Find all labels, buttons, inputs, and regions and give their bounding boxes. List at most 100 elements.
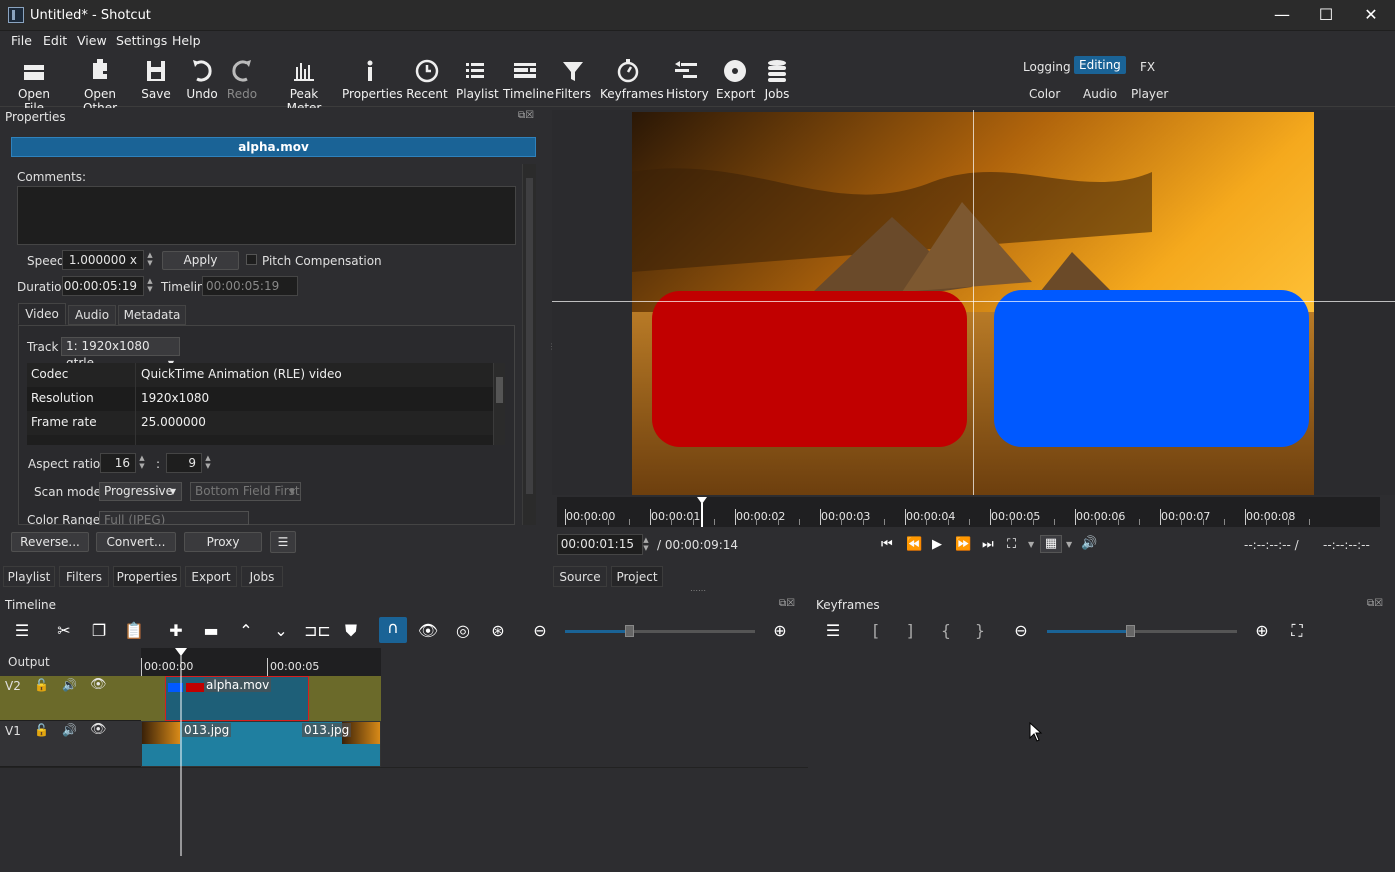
add-icon[interactable]: ✚ bbox=[164, 620, 188, 642]
open-other-button[interactable]: Open Other bbox=[68, 57, 132, 115]
track-head-v2[interactable]: V2 🔓 🔊 👁 bbox=[0, 676, 141, 721]
ripple-all-icon[interactable]: ⊛ bbox=[486, 620, 510, 642]
clip-name-field[interactable]: alpha.mov bbox=[11, 137, 536, 157]
close-button[interactable]: ✕ bbox=[1348, 0, 1394, 31]
player-playhead[interactable] bbox=[697, 497, 707, 527]
zoom-out-icon[interactable]: ⊖ bbox=[1009, 620, 1033, 642]
aspect-height-stepper[interactable]: ▲ ▼ bbox=[203, 454, 213, 470]
marker-icon[interactable]: ⛊ bbox=[339, 620, 363, 642]
brace-right-icon[interactable]: } bbox=[968, 620, 992, 642]
skip-previous-icon[interactable]: ⏮ bbox=[881, 537, 893, 552]
menu-help[interactable]: Help bbox=[172, 33, 201, 48]
zoom-out-icon[interactable]: ⊖ bbox=[528, 620, 552, 642]
info-table-scrollbar[interactable] bbox=[493, 363, 505, 445]
layout-audio[interactable]: Audio bbox=[1078, 85, 1122, 103]
bracket-right-icon[interactable]: ] bbox=[898, 620, 922, 642]
eye-icon[interactable]: 👁 bbox=[90, 722, 107, 737]
export-button[interactable]: Export bbox=[716, 57, 755, 101]
splitter-handle[interactable]: ⋯⋯ bbox=[690, 586, 706, 595]
scrollbar-thumb[interactable] bbox=[496, 377, 503, 403]
duration-stepper[interactable]: ▲ ▼ bbox=[145, 277, 155, 293]
aspect-width-input[interactable]: 16 bbox=[100, 453, 136, 473]
tab-filters[interactable]: Filters bbox=[59, 566, 109, 587]
track-head-v1[interactable]: V1 🔓 🔊 👁 bbox=[0, 721, 141, 767]
keyframes-button[interactable]: Keyframes bbox=[600, 57, 664, 101]
dock-float-close-icon[interactable]: ⧉☒ bbox=[1367, 598, 1383, 609]
zoom-fit-icon[interactable]: ⛶ bbox=[1285, 620, 1309, 642]
tab-audio[interactable]: Audio bbox=[68, 305, 116, 325]
mute-icon[interactable]: 🔊 bbox=[62, 723, 77, 737]
duration-input[interactable]: 00:00:05:19 bbox=[62, 276, 144, 296]
lock-icon[interactable]: 🔓 bbox=[34, 723, 49, 737]
snap-magnet-icon[interactable]: ∩ bbox=[379, 617, 407, 643]
reverse-button[interactable]: Reverse... bbox=[11, 532, 89, 552]
brace-left-icon[interactable]: { bbox=[934, 620, 958, 642]
aspect-height-input[interactable]: 9 bbox=[166, 453, 202, 473]
layout-fx[interactable]: FX bbox=[1135, 58, 1160, 76]
peak-meter-button[interactable]: Peak Meter bbox=[274, 57, 334, 115]
apply-button[interactable]: Apply bbox=[162, 251, 239, 270]
skip-next-icon[interactable]: ⏭ bbox=[982, 537, 994, 552]
scan-mode-select[interactable]: Progressive ▼ bbox=[99, 482, 182, 501]
splitter-handle[interactable]: ⋮ bbox=[548, 342, 556, 358]
tab-metadata[interactable]: Metadata bbox=[118, 305, 186, 325]
scrub-eye-icon[interactable]: 👁 bbox=[416, 620, 440, 642]
tab-playlist[interactable]: Playlist bbox=[3, 566, 55, 587]
hamburger-icon[interactable]: ☰ bbox=[10, 620, 34, 642]
eye-icon[interactable]: 👁 bbox=[90, 677, 107, 692]
zoom-fit-icon[interactable]: ⛶ bbox=[1007, 537, 1016, 552]
proxy-button[interactable]: Proxy bbox=[184, 532, 262, 552]
timeline-zoom-slider[interactable] bbox=[565, 625, 755, 637]
player-scrub-ruler[interactable]: 00:00:00 00:00:01 00:00:02 00:00:03 00:00:04… bbox=[557, 497, 1380, 527]
properties-button[interactable]: Properties bbox=[342, 57, 403, 101]
aspect-width-stepper[interactable]: ▲ ▼ bbox=[137, 454, 147, 470]
layout-logging[interactable]: Logging bbox=[1018, 58, 1076, 76]
properties-menu-button[interactable]: ☰ bbox=[270, 531, 296, 553]
tab-project[interactable]: Project bbox=[611, 566, 663, 587]
paste-icon[interactable]: 📋 bbox=[122, 620, 146, 642]
position-timecode-input[interactable]: 00:00:01:15 bbox=[557, 534, 643, 555]
bracket-left-icon[interactable]: [ bbox=[864, 620, 888, 642]
grid-toggle-icon[interactable]: ▦ bbox=[1040, 535, 1062, 553]
lock-icon[interactable]: 🔓 bbox=[34, 678, 49, 692]
scissors-icon[interactable]: ✂ bbox=[52, 620, 76, 642]
convert-button[interactable]: Convert... bbox=[96, 532, 176, 552]
save-button[interactable]: Save bbox=[140, 57, 172, 101]
filters-button[interactable]: Filters bbox=[555, 57, 591, 101]
copy-icon[interactable]: ❐ bbox=[87, 620, 111, 642]
undo-button[interactable]: Undo bbox=[186, 57, 218, 101]
position-stepper[interactable]: ▲ ▼ bbox=[641, 536, 651, 552]
track-select[interactable]: 1: 1920x1080 qtrle▼ bbox=[61, 337, 180, 370]
pitch-checkbox[interactable] bbox=[246, 254, 257, 265]
tab-jobs[interactable]: Jobs bbox=[241, 566, 283, 587]
hamburger-icon[interactable]: ☰ bbox=[821, 620, 845, 642]
keyframes-zoom-slider[interactable] bbox=[1047, 625, 1237, 637]
jobs-button[interactable]: Jobs bbox=[762, 57, 792, 101]
lift-icon[interactable]: ⌃ bbox=[234, 620, 258, 642]
recent-button[interactable]: Recent bbox=[406, 57, 448, 101]
speed-stepper[interactable]: ▲ ▼ bbox=[145, 251, 155, 267]
dock-float-close-icon[interactable]: ⧉☒ bbox=[518, 110, 534, 121]
menu-settings[interactable]: Settings bbox=[116, 33, 167, 48]
tab-video[interactable]: Video bbox=[18, 303, 66, 325]
properties-scrollbar[interactable] bbox=[522, 164, 536, 525]
fast-forward-icon[interactable]: ⏩ bbox=[955, 537, 971, 552]
scrollbar-thumb[interactable] bbox=[526, 178, 533, 494]
menu-edit[interactable]: Edit bbox=[43, 33, 67, 48]
menu-file[interactable]: File bbox=[11, 33, 32, 48]
tab-source[interactable]: Source bbox=[553, 566, 607, 587]
slider-handle[interactable] bbox=[625, 625, 634, 637]
playlist-button[interactable]: Playlist bbox=[456, 57, 499, 101]
redo-button[interactable]: Redo bbox=[226, 57, 258, 101]
mute-icon[interactable]: 🔊 bbox=[62, 678, 77, 692]
speed-input[interactable]: 1.000000 x bbox=[62, 250, 144, 270]
minimize-button[interactable]: — bbox=[1259, 0, 1305, 31]
split-icon[interactable]: ⊐⊏ bbox=[304, 620, 331, 642]
play-icon[interactable]: ▶ bbox=[932, 537, 942, 552]
volume-icon[interactable]: 🔊 bbox=[1081, 536, 1097, 551]
history-button[interactable]: History bbox=[666, 57, 709, 101]
timeline-playhead[interactable] bbox=[175, 648, 187, 856]
menu-view[interactable]: View bbox=[77, 33, 107, 48]
slider-handle[interactable] bbox=[1126, 625, 1135, 637]
chevron-down-icon[interactable]: ▼ bbox=[1028, 540, 1034, 549]
